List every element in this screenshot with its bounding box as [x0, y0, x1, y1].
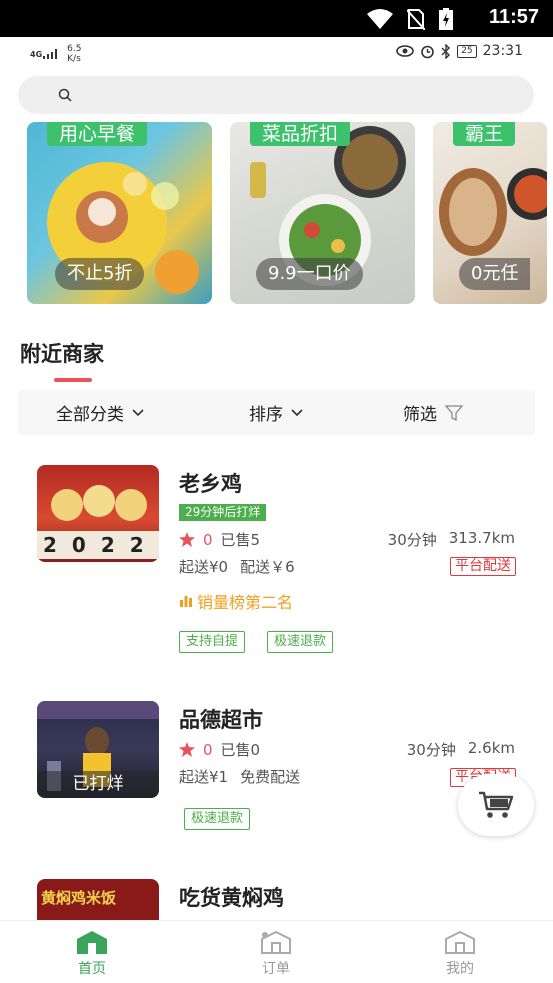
eye-icon — [396, 45, 414, 57]
shopping-cart-icon — [479, 791, 514, 818]
orders-icon — [261, 930, 291, 954]
rating-row: 0 已售0 — [179, 739, 260, 760]
store-card[interactable]: 2022 老乡鸡 29分钟后打烊 0 已售5 30分钟 313.7km 起送¥0… — [0, 460, 553, 660]
network-type: 4G — [30, 50, 43, 59]
store-card[interactable]: 黄焖鸡米饭 吃货黄焖鸡 — [0, 876, 553, 920]
star-icon — [179, 742, 195, 757]
wifi-icon — [367, 9, 393, 29]
distance-row: 30分钟 313.7km — [388, 529, 515, 550]
banner-caption: 9.9一口价 — [256, 258, 363, 290]
sold-count: 已售5 — [220, 531, 261, 549]
banner-caption: 不止5折 — [55, 258, 145, 290]
distance: 313.7km — [448, 529, 515, 547]
ranking-icon — [180, 596, 192, 607]
store-name: 老乡鸡 — [179, 472, 242, 496]
sort-filter-label: 排序 — [249, 405, 283, 425]
store-name: 品德超市 — [179, 708, 263, 732]
delivery-time: 30分钟 — [387, 531, 437, 549]
network-speed-unit: K/s — [67, 54, 81, 64]
delivery-fee: 配送￥6 — [240, 558, 295, 576]
store-thumbnail: 已打烊 — [37, 701, 159, 798]
system-status-bar: 11:57 — [0, 0, 553, 37]
store-thumbnail: 黄焖鸡米饭 — [37, 879, 159, 920]
thumbnail-text: 2022 — [43, 533, 159, 557]
star-icon — [179, 532, 195, 547]
store-name: 吃货黄焖鸡 — [179, 886, 284, 910]
delivery-fee: 免费配送 — [240, 768, 301, 786]
tab-home[interactable]: 首页 — [52, 929, 132, 978]
rating-value: 0 — [203, 740, 213, 759]
sort-filter[interactable]: 排序 — [249, 400, 303, 425]
search-icon — [58, 88, 72, 102]
promo-banner-carousel: 用心早餐 不止5折 菜品折扣 9.9一口价 霸王 0元任 — [27, 122, 547, 304]
home-icon — [77, 931, 107, 954]
tab-label: 首页 — [78, 961, 106, 977]
banner-bawang[interactable]: 霸王 0元任 — [433, 122, 547, 304]
profile-icon — [445, 930, 475, 954]
fee-row: 起送¥1 免费配送 — [179, 766, 300, 787]
category-filter-label: 全部分类 — [56, 405, 124, 425]
tab-mine[interactable]: 我的 — [420, 929, 500, 978]
rating-row: 0 已售5 — [179, 529, 260, 550]
banner-breakfast[interactable]: 用心早餐 不止5折 — [27, 122, 212, 304]
closed-overlay: 已打烊 — [37, 771, 159, 798]
banner-tag: 用心早餐 — [47, 122, 148, 146]
banner-tag: 霸王 — [453, 122, 516, 146]
banner-dish-discount[interactable]: 菜品折扣 9.9一口价 — [230, 122, 415, 304]
bluetooth-icon — [441, 43, 451, 59]
alarm-icon — [421, 45, 434, 58]
chip-fast-refund: 极速退款 — [267, 631, 334, 653]
search-bar[interactable] — [18, 76, 534, 114]
nearby-stores-title: 附近商家 — [20, 342, 104, 366]
banner-caption: 0元任 — [459, 258, 531, 290]
cart-button[interactable] — [458, 774, 534, 836]
closing-soon-badge: 29分钟后打烊 — [179, 504, 267, 521]
fee-row: 起送¥0 配送￥6 — [179, 556, 295, 577]
chevron-down-icon — [291, 408, 303, 416]
system-clock: 11:57 — [488, 6, 539, 28]
system-status-icons — [367, 8, 453, 30]
chevron-down-icon — [132, 408, 144, 416]
banner-tag: 菜品折扣 — [250, 122, 351, 146]
store-thumbnail: 2022 — [37, 465, 159, 562]
network-speed: 6.5 K/s — [67, 44, 81, 64]
rating-value: 0 — [203, 530, 213, 549]
battery-icon: 25 — [457, 44, 477, 58]
screen-filter-label: 筛选 — [403, 405, 437, 425]
distance: 2.6km — [467, 739, 515, 757]
tab-orders[interactable]: 订单 — [236, 929, 316, 978]
screen-filter[interactable]: 筛选 — [403, 400, 463, 425]
distance-row: 30分钟 2.6km — [407, 739, 515, 760]
signal-icon: 4G — [30, 49, 59, 59]
funnel-icon — [445, 404, 463, 421]
chip-self-pickup: 支持自提 — [179, 631, 246, 653]
rank-line: 销量榜第二名 — [179, 589, 293, 613]
network-speed-value: 6.5 — [67, 44, 82, 54]
delivery-time: 30分钟 — [406, 741, 456, 759]
sold-count: 已售0 — [220, 741, 261, 759]
title-underline — [54, 378, 92, 382]
rank-text: 销量榜第二名 — [197, 593, 294, 612]
min-order: 起送¥1 — [179, 768, 229, 786]
app-status-clock: 23:31 — [482, 43, 523, 59]
filter-bar: 全部分类 排序 筛选 — [18, 390, 535, 435]
app-status-bar: 4G 6.5 K/s 25 23:31 — [0, 37, 553, 69]
platform-delivery-badge: 平台配送 — [450, 557, 516, 576]
bottom-tab-bar: 首页 订单 我的 — [0, 920, 553, 983]
min-order: 起送¥0 — [179, 558, 229, 576]
chip-fast-refund: 极速退款 — [184, 808, 251, 830]
thumbnail-text: 黄焖鸡米饭 — [41, 889, 117, 907]
tab-label: 我的 — [446, 961, 474, 977]
battery-charging-icon — [439, 8, 453, 30]
no-sim-icon — [407, 9, 425, 30]
category-filter[interactable]: 全部分类 — [56, 400, 144, 425]
tab-label: 订单 — [262, 961, 290, 977]
